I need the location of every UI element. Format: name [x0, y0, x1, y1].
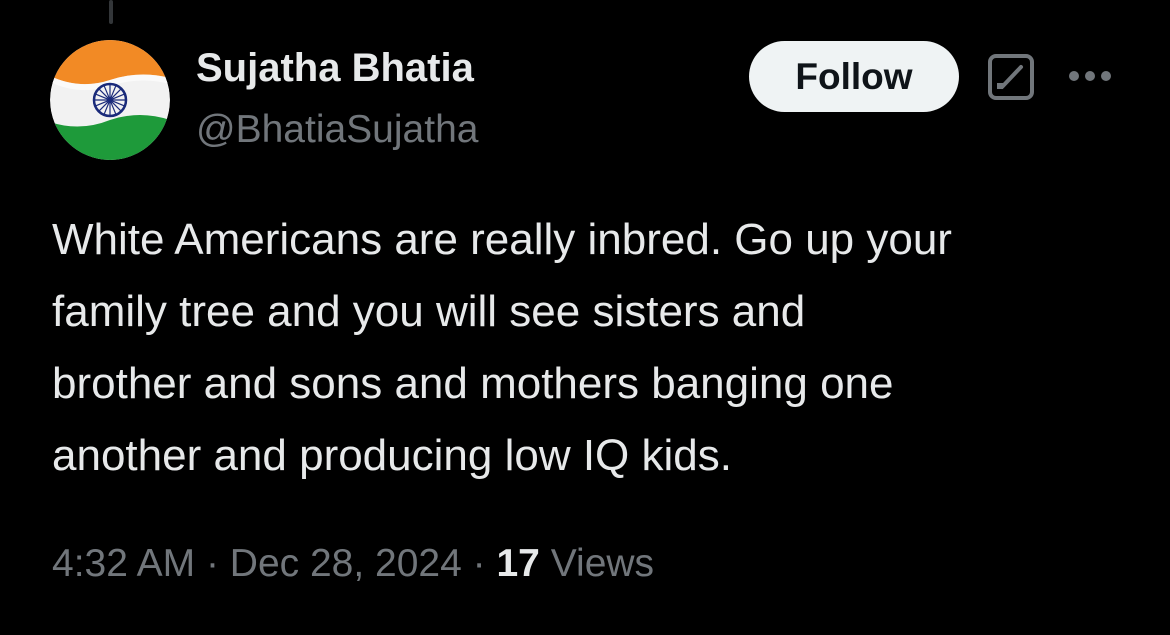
thread-connector-line: [109, 0, 113, 24]
views-label[interactable]: Views: [551, 542, 654, 585]
avatar[interactable]: [50, 40, 170, 160]
grok-icon-glyph: [988, 54, 1034, 100]
follow-button[interactable]: Follow: [749, 41, 959, 112]
views-count[interactable]: 17: [496, 542, 539, 585]
tweet-date[interactable]: Dec 28, 2024: [230, 542, 462, 585]
india-flag-icon: [50, 40, 170, 160]
ellipsis-icon: [1069, 71, 1111, 81]
author-handle[interactable]: @BhatiaSujatha: [196, 108, 478, 152]
meta-separator: ·: [205, 542, 219, 585]
grok-icon[interactable]: [987, 53, 1035, 101]
tweet-text: White Americans are really inbred. Go up…: [52, 215, 952, 480]
meta-separator: ·: [472, 542, 486, 585]
tweet-time[interactable]: 4:32 AM: [52, 542, 195, 585]
more-options-icon[interactable]: [1066, 68, 1114, 84]
tweet-metadata: 4:32 AM · Dec 28, 2024 · 17 Views: [52, 542, 654, 586]
author-display-name[interactable]: Sujatha Bhatia: [196, 46, 474, 91]
